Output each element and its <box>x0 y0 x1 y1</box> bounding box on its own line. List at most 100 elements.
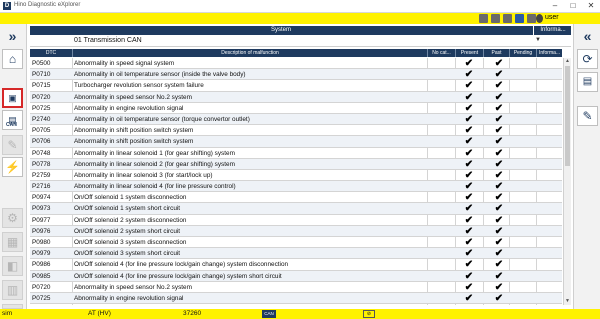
close-button[interactable]: ✕ <box>582 0 600 12</box>
active-test-button[interactable]: ▦ <box>2 232 23 252</box>
table-row[interactable]: P2740 Abnormality in oil temperature sens… <box>30 113 562 126</box>
dtc-code: P0705 <box>32 127 51 135</box>
present-check-icon: ✔ <box>464 69 474 81</box>
scroll-down-icon[interactable]: ▼ <box>564 298 571 305</box>
tool-icon: ✎ <box>7 138 18 152</box>
table-row[interactable]: P0715 Turbocharger revolution sensor syst… <box>30 80 562 92</box>
dropdown-icon[interactable]: ▼ <box>535 37 541 43</box>
col-present[interactable]: Present <box>455 49 483 57</box>
status-mode: AT (HV) <box>88 310 111 317</box>
edit-button[interactable]: ✎ <box>577 106 598 126</box>
rotate-button[interactable]: ⟳ <box>577 49 598 69</box>
col-past[interactable]: Past <box>483 49 509 57</box>
table-row[interactable]: P0979 On/Off solenoid 3 system short circ… <box>30 248 562 260</box>
title-bar: D Hino Diagnostic eXplorer – □ ✕ <box>0 0 600 13</box>
past-check-icon: ✔ <box>494 69 504 81</box>
status-code: 37260 <box>183 310 202 317</box>
table-row[interactable]: P0977 On/Off solenoid 2 system disconnect… <box>30 215 562 226</box>
table-row[interactable]: P0500 Abnormality in speed signal system ✔… <box>30 58 562 70</box>
vertical-scrollbar[interactable]: ▲ ▼ <box>563 58 571 305</box>
table-row[interactable]: P2716 Abnormality in linear solenoid 4 (f… <box>30 181 562 193</box>
present-check-icon: ✔ <box>464 147 474 159</box>
minimize-button[interactable]: – <box>546 0 564 12</box>
table-row[interactable]: P0778 Abnormality in linear solenoid 2 (f… <box>30 158 562 170</box>
table-row[interactable]: P0974 On/Off solenoid 1 system disconnect… <box>30 192 562 204</box>
dtc-description: Abnormality in speed signal system <box>74 60 175 67</box>
home-button[interactable]: ⌂ <box>2 49 23 69</box>
table-row[interactable]: P0706 Abnormality in shift position switc… <box>30 136 562 148</box>
status-sim: sim <box>2 310 13 317</box>
dtc-description: Abnormality in linear solenoid 3 (for st… <box>74 171 213 179</box>
dtc-description: On/Off solenoid 3 system disconnection <box>74 239 187 246</box>
dtc-description: Turbocharger revolution sensor system fa… <box>74 82 204 90</box>
present-check-icon: ✔ <box>464 102 474 114</box>
dtc-description: Abnormality in shift position switch sys… <box>74 127 194 135</box>
app-icon: D <box>3 2 11 10</box>
dtc-code: P2759 <box>32 171 51 179</box>
past-check-icon: ✔ <box>494 136 504 148</box>
calculator-icon[interactable] <box>479 14 488 23</box>
present-check-icon: ✔ <box>464 181 474 193</box>
gear-icon[interactable] <box>503 14 512 23</box>
table-row[interactable]: P0705 Abnormality in shift position switc… <box>30 125 562 137</box>
past-check-icon: ✔ <box>494 214 504 226</box>
table-row[interactable]: P0725 Abnormality in engine revolution si… <box>30 292 562 305</box>
monitor-button[interactable]: ⚡ <box>2 157 23 177</box>
past-check-icon: ✔ <box>494 102 504 114</box>
dtc-code: P0976 <box>32 227 51 235</box>
table-row[interactable]: P0748 Abnormality in linear solenoid 1 (f… <box>30 148 562 159</box>
can-button[interactable]: ▤ CAN <box>2 110 23 130</box>
status-bar: sim AT (HV) 37260 CAN ⊘ <box>0 309 600 319</box>
chevrons-right-icon[interactable]: » <box>2 26 23 46</box>
plug-button[interactable]: ◧ <box>2 256 23 276</box>
dtc-rows: P0500 Abnormality in speed signal system ✔… <box>30 58 562 305</box>
table-row[interactable]: P0725 Abnormality in engine revolution si… <box>30 103 562 114</box>
help-icon[interactable] <box>527 14 536 23</box>
dtc-button[interactable]: ▣ <box>2 88 23 108</box>
col-dtc[interactable]: DTC <box>30 49 72 57</box>
table-row[interactable]: P0720 Abnormality in speed sensor No.2 sy… <box>30 91 562 103</box>
left-rail: » ⌂ ▣ ▤ CAN ✎ ⚡ ⚙ ▦ ◧ ▥ <box>0 24 27 309</box>
dtc-description: Abnormality in oil temperature sensor (i… <box>74 71 246 79</box>
col-description[interactable]: Description of malfunction <box>72 49 427 57</box>
dtc-description: On/Off solenoid 2 system short circuit <box>74 227 181 235</box>
col-no-cat[interactable]: No cat... <box>427 49 455 57</box>
table-row[interactable]: P0985 On/Off solenoid 4 (for line pressur… <box>30 270 562 282</box>
dtc-code: P2740 <box>32 115 51 123</box>
dtc-code: P0720 <box>32 93 51 101</box>
dtc-description: Abnormality in shift position switch sys… <box>74 138 194 146</box>
table-row[interactable]: P0976 On/Off solenoid 2 system short circ… <box>30 225 562 237</box>
dtc-description: Abnormality in oil temperature sensor (t… <box>74 115 250 123</box>
settings-button[interactable]: ⚙ <box>2 208 23 228</box>
scroll-thumb[interactable] <box>565 66 570 166</box>
data-button[interactable]: ▥ <box>2 280 23 300</box>
print-button[interactable]: ▤ <box>577 72 598 92</box>
print-icon[interactable] <box>491 14 500 23</box>
present-check-icon: ✔ <box>464 237 474 248</box>
col-pending[interactable]: Pending <box>509 49 536 57</box>
table-row[interactable]: P0973 On/Off solenoid 1 system short circ… <box>30 203 562 215</box>
system-select[interactable]: 01 Transmission CAN ▼ <box>30 36 571 47</box>
tool-button[interactable]: ✎ <box>2 135 23 155</box>
scroll-up-icon[interactable]: ▲ <box>564 58 571 65</box>
print-icon: ▤ <box>582 76 593 87</box>
edit-icon[interactable] <box>515 14 524 23</box>
past-check-icon: ✔ <box>494 125 504 137</box>
chevrons-left-icon[interactable]: « <box>577 26 598 46</box>
table-row[interactable]: P0980 On/Off solenoid 3 system disconnect… <box>30 237 562 249</box>
maximize-button[interactable]: □ <box>564 0 582 12</box>
table-row[interactable]: P0710 Abnormality in oil temperature sens… <box>30 69 562 81</box>
present-check-icon: ✔ <box>464 203 474 215</box>
dtc-panel: System Informa... 01 Transmission CAN ▼ … <box>30 24 571 309</box>
past-check-icon: ✔ <box>494 281 504 293</box>
can-badge: CAN <box>262 310 276 318</box>
col-info[interactable]: Informa... <box>536 49 562 57</box>
past-check-icon: ✔ <box>494 192 504 204</box>
dtc-description: Abnormality in linear solenoid 2 (for ge… <box>74 160 235 168</box>
table-row[interactable]: P0986 On/Off solenoid 4 (for line pressur… <box>30 259 562 271</box>
can-label: CAN <box>6 122 17 128</box>
table-row[interactable]: P2759 Abnormality in linear solenoid 3 (f… <box>30 170 562 182</box>
table-row[interactable]: P0720 Abnormality in speed sensor No.2 sy… <box>30 282 562 293</box>
past-check-icon: ✔ <box>494 248 504 260</box>
dtc-code: P0973 <box>32 205 51 213</box>
